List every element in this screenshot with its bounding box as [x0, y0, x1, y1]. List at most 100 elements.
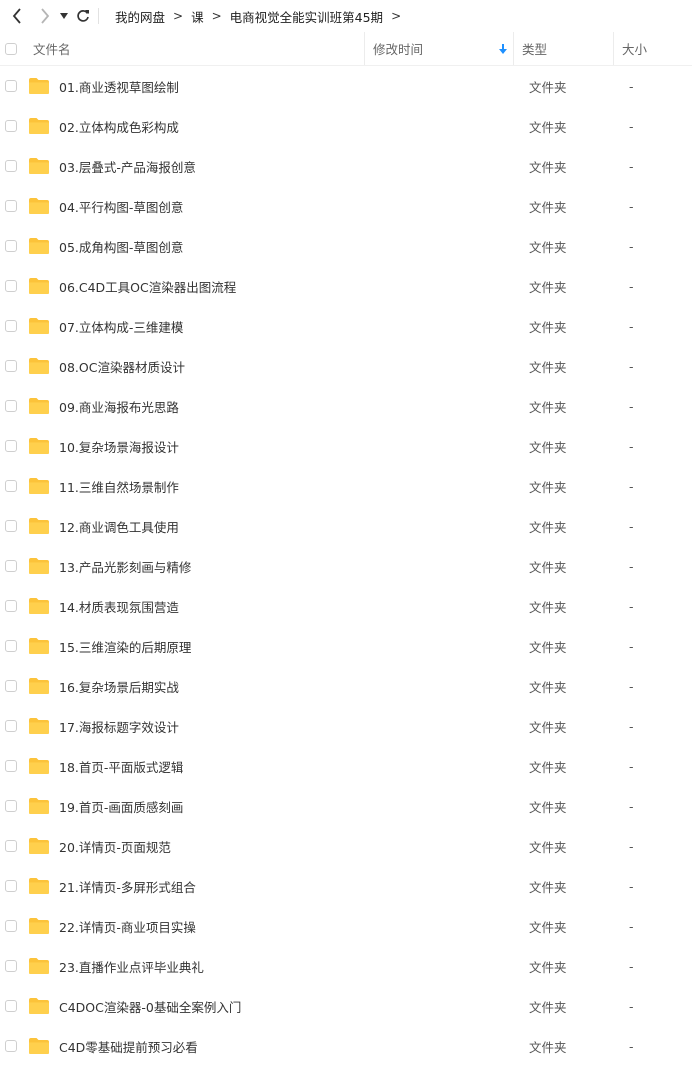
file-name[interactable]: 11.三维自然场景制作 [59, 477, 529, 496]
forward-button[interactable] [34, 4, 56, 28]
folder-icon [28, 237, 50, 255]
row-checkbox[interactable] [5, 880, 17, 892]
row-checkbox[interactable] [5, 720, 17, 732]
file-row[interactable]: 20.详情页-页面规范 文件夹 - [0, 826, 692, 866]
file-name[interactable]: 13.产品光影刻画与精修 [59, 557, 529, 576]
toolbar: 我的网盘 > 课 > 电商视觉全能实训班第45期 > [0, 0, 692, 32]
file-row[interactable]: C4DOC渲染器-0基础全案例入门 文件夹 - [0, 986, 692, 1026]
file-size: - [629, 358, 634, 374]
column-header-name[interactable]: 文件名 [17, 39, 364, 58]
row-checkbox[interactable] [5, 920, 17, 932]
back-button[interactable] [6, 4, 28, 28]
row-checkbox[interactable] [5, 960, 17, 972]
row-checkbox[interactable] [5, 600, 17, 612]
file-name[interactable]: 01.商业透视草图绘制 [59, 77, 529, 96]
file-row[interactable]: 12.商业调色工具使用 文件夹 - [0, 506, 692, 546]
row-checkbox[interactable] [5, 560, 17, 572]
row-checkbox[interactable] [5, 800, 17, 812]
select-all-checkbox[interactable] [5, 42, 17, 55]
file-row[interactable]: 16.复杂场景后期实战 文件夹 - [0, 666, 692, 706]
column-header-mtime[interactable]: 修改时间 [364, 32, 514, 65]
row-checkbox[interactable] [5, 440, 17, 452]
column-header-type[interactable]: 类型 [514, 32, 614, 65]
file-name[interactable]: C4DOC渲染器-0基础全案例入门 [59, 997, 529, 1016]
row-checkbox[interactable] [5, 520, 17, 532]
row-checkbox[interactable] [5, 400, 17, 412]
file-name[interactable]: 10.复杂场景海报设计 [59, 437, 529, 456]
file-name[interactable]: C4D零基础提前预习必看 [59, 1037, 529, 1056]
file-row[interactable]: 17.海报标题字效设计 文件夹 - [0, 706, 692, 746]
file-name[interactable]: 23.直播作业点评毕业典礼 [59, 957, 529, 976]
file-row[interactable]: 22.详情页-商业项目实操 文件夹 - [0, 906, 692, 946]
file-row[interactable]: 05.成角构图-草图创意 文件夹 - [0, 226, 692, 266]
file-row[interactable]: 11.三维自然场景制作 文件夹 - [0, 466, 692, 506]
file-row[interactable]: 01.商业透视草图绘制 文件夹 - [0, 66, 692, 106]
file-row[interactable]: 15.三维渲染的后期原理 文件夹 - [0, 626, 692, 666]
file-row[interactable]: 08.OC渲染器材质设计 文件夹 - [0, 346, 692, 386]
file-name[interactable]: 20.详情页-页面规范 [59, 837, 529, 856]
file-name[interactable]: 02.立体构成色彩构成 [59, 117, 529, 136]
row-checkbox[interactable] [5, 360, 17, 372]
file-name[interactable]: 14.材质表现氛围营造 [59, 597, 529, 616]
file-row[interactable]: 19.首页-画面质感刻画 文件夹 - [0, 786, 692, 826]
file-name[interactable]: 05.成角构图-草图创意 [59, 237, 529, 256]
breadcrumb-item-course[interactable]: 课 [189, 7, 206, 26]
file-row[interactable]: 07.立体构成-三维建模 文件夹 - [0, 306, 692, 346]
file-name[interactable]: 15.三维渲染的后期原理 [59, 637, 529, 656]
file-name[interactable]: 22.详情页-商业项目实操 [59, 917, 529, 936]
file-row[interactable]: 02.立体构成色彩构成 文件夹 - [0, 106, 692, 146]
file-name[interactable]: 16.复杂场景后期实战 [59, 677, 529, 696]
file-size: - [629, 638, 634, 654]
breadcrumb-item-root[interactable]: 我的网盘 [113, 7, 167, 26]
file-name[interactable]: 17.海报标题字效设计 [59, 717, 529, 736]
row-checkbox[interactable] [5, 1040, 17, 1052]
row-checkbox[interactable] [5, 160, 17, 172]
refresh-button[interactable] [72, 4, 94, 28]
file-row[interactable]: 04.平行构图-草图创意 文件夹 - [0, 186, 692, 226]
row-checkbox[interactable] [5, 320, 17, 332]
breadcrumb-expand-icon[interactable]: > [391, 9, 401, 23]
column-header-mtime-label: 修改时间 [373, 42, 424, 57]
row-checkbox[interactable] [5, 840, 17, 852]
row-checkbox[interactable] [5, 640, 17, 652]
file-name[interactable]: 21.详情页-多屏形式组合 [59, 877, 529, 896]
file-type: 文件夹 [529, 319, 567, 335]
file-row[interactable]: C4D零基础提前预习必看 文件夹 - [0, 1026, 692, 1066]
file-name[interactable]: 06.C4D工具OC渲染器出图流程 [59, 277, 529, 296]
column-header-size[interactable]: 大小 [614, 32, 692, 65]
row-checkbox[interactable] [5, 480, 17, 492]
row-checkbox[interactable] [5, 680, 17, 692]
file-name[interactable]: 07.立体构成-三维建模 [59, 317, 529, 336]
file-row[interactable]: 09.商业海报布光思路 文件夹 - [0, 386, 692, 426]
file-name[interactable]: 12.商业调色工具使用 [59, 517, 529, 536]
folder-icon [28, 797, 50, 815]
file-row[interactable]: 03.层叠式-产品海报创意 文件夹 - [0, 146, 692, 186]
breadcrumb-item-current[interactable]: 电商视觉全能实训班第45期 [228, 7, 385, 26]
row-checkbox[interactable] [5, 280, 17, 292]
file-size: - [629, 398, 634, 414]
file-name[interactable]: 09.商业海报布光思路 [59, 397, 529, 416]
file-row[interactable]: 23.直播作业点评毕业典礼 文件夹 - [0, 946, 692, 986]
history-dropdown-button[interactable] [56, 4, 72, 28]
file-name[interactable]: 18.首页-平面版式逻辑 [59, 757, 529, 776]
file-row[interactable]: 06.C4D工具OC渲染器出图流程 文件夹 - [0, 266, 692, 306]
file-size: - [629, 238, 634, 254]
row-checkbox[interactable] [5, 760, 17, 772]
row-checkbox[interactable] [5, 1000, 17, 1012]
row-checkbox[interactable] [5, 200, 17, 212]
file-type: 文件夹 [529, 399, 567, 415]
file-type: 文件夹 [529, 439, 567, 455]
file-name[interactable]: 08.OC渲染器材质设计 [59, 357, 529, 376]
file-row[interactable]: 21.详情页-多屏形式组合 文件夹 - [0, 866, 692, 906]
row-checkbox[interactable] [5, 240, 17, 252]
column-header-type-label: 类型 [522, 42, 548, 57]
file-name[interactable]: 04.平行构图-草图创意 [59, 197, 529, 216]
file-row[interactable]: 18.首页-平面版式逻辑 文件夹 - [0, 746, 692, 786]
file-row[interactable]: 10.复杂场景海报设计 文件夹 - [0, 426, 692, 466]
file-name[interactable]: 03.层叠式-产品海报创意 [59, 157, 529, 176]
file-row[interactable]: 14.材质表现氛围营造 文件夹 - [0, 586, 692, 626]
file-row[interactable]: 13.产品光影刻画与精修 文件夹 - [0, 546, 692, 586]
row-checkbox[interactable] [5, 80, 17, 92]
file-name[interactable]: 19.首页-画面质感刻画 [59, 797, 529, 816]
row-checkbox[interactable] [5, 120, 17, 132]
